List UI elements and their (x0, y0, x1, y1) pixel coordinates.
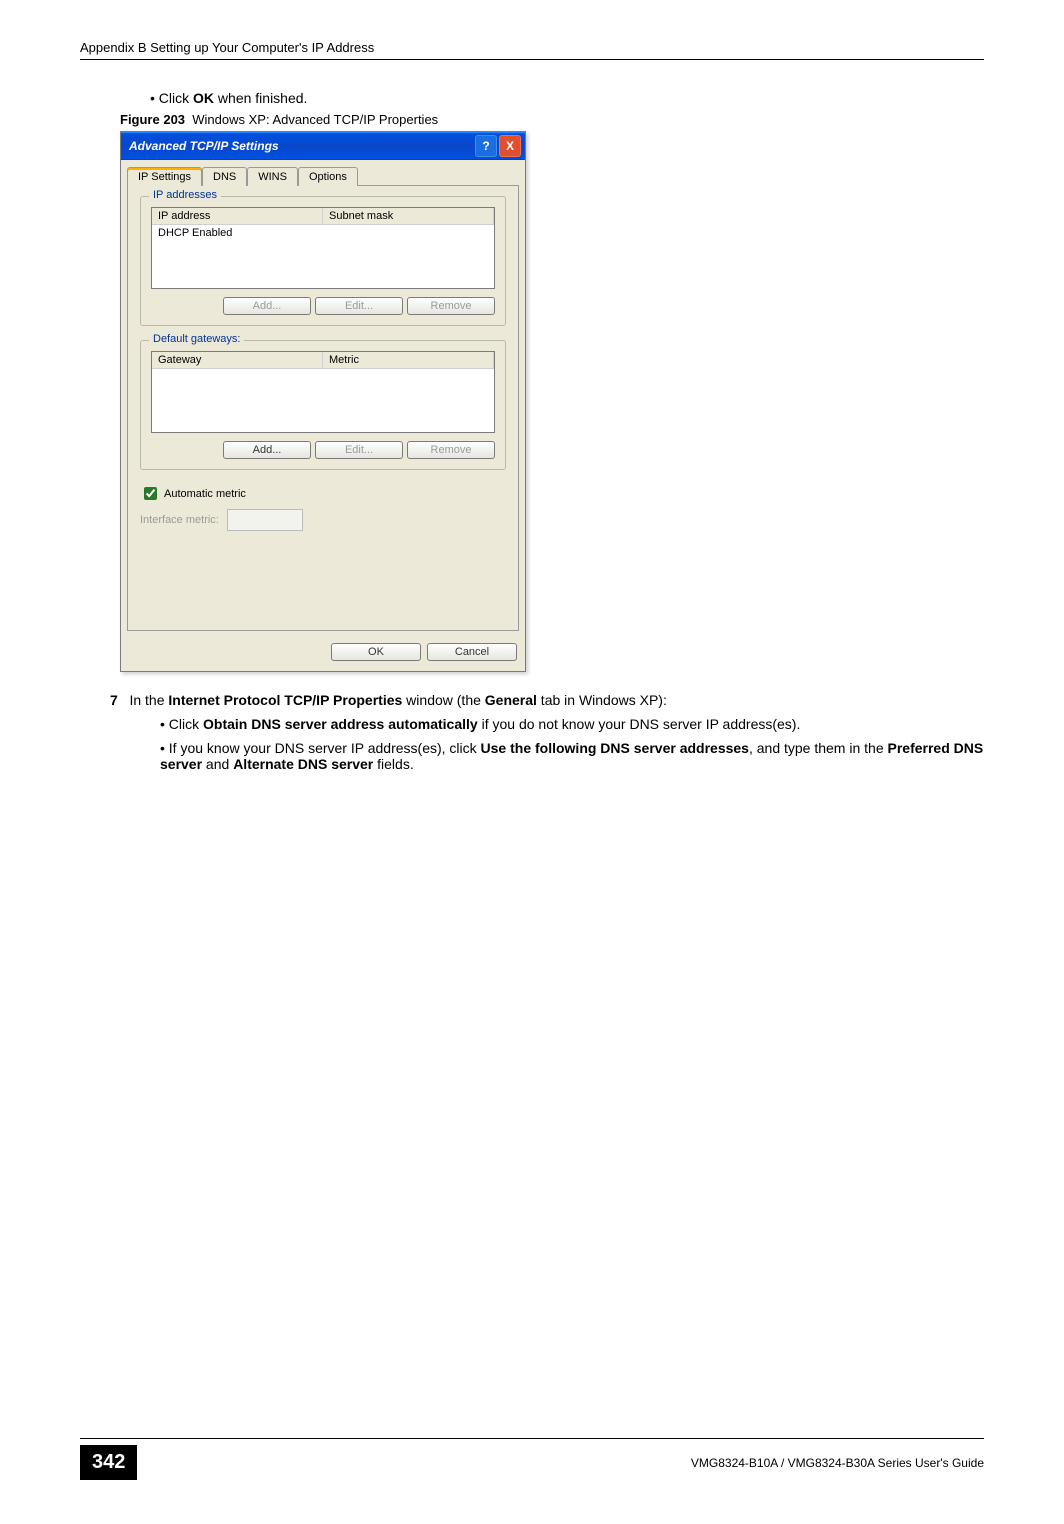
gw-remove-button[interactable]: Remove (407, 441, 495, 459)
ip-edit-button[interactable]: Edit... (315, 297, 403, 315)
sub2-mid: , and type them in the (749, 740, 888, 756)
instruction-click-ok: Click OK when finished. (150, 90, 984, 106)
sub2-pre: If you know your DNS server IP address(e… (169, 740, 481, 756)
tab-dns[interactable]: DNS (202, 167, 247, 186)
close-button[interactable]: X (499, 135, 521, 157)
col-metric: Metric (323, 352, 494, 368)
ip-remove-button[interactable]: Remove (407, 297, 495, 315)
tab-ip-settings[interactable]: IP Settings (127, 167, 202, 186)
groupbox-ip-title: IP addresses (149, 189, 221, 201)
sub2-post: fields. (373, 756, 413, 772)
cancel-button[interactable]: Cancel (427, 643, 517, 661)
advanced-tcpip-dialog: Advanced TCP/IP Settings ? X IP Settings… (120, 131, 526, 672)
row-dhcp-enabled: DHCP Enabled (152, 225, 494, 241)
help-button[interactable]: ? (475, 135, 497, 157)
groupbox-gw-title: Default gateways: (149, 333, 244, 345)
ok-button[interactable]: OK (331, 643, 421, 661)
groupbox-ip-addresses: IP addresses IP address Subnet mask DHCP… (140, 196, 506, 326)
sub1-bold: Obtain DNS server address automatically (203, 716, 478, 732)
page-footer: 342 VMG8324-B10A / VMG8324-B30A Series U… (80, 1438, 984, 1480)
col-subnet-mask: Subnet mask (323, 208, 494, 224)
instruction-click-ok-post: when finished. (214, 90, 307, 106)
step-7-bold1: Internet Protocol TCP/IP Properties (168, 692, 402, 708)
dialog-titlebar: Advanced TCP/IP Settings ? X (121, 132, 525, 160)
step-7-post: tab in Windows XP): (537, 692, 667, 708)
tab-pane-ip-settings: IP addresses IP address Subnet mask DHCP… (127, 185, 519, 631)
instruction-click-ok-pre: Click (159, 90, 193, 106)
automatic-metric-row: Automatic metric (140, 484, 506, 503)
interface-metric-row: Interface metric: (140, 509, 506, 531)
step-7-mid: window (the (402, 692, 484, 708)
col-gateway: Gateway (152, 352, 323, 368)
dialog-title: Advanced TCP/IP Settings (129, 139, 279, 153)
gateway-list[interactable]: Gateway Metric (151, 351, 495, 433)
page-number: 342 (80, 1445, 137, 1480)
automatic-metric-label: Automatic metric (164, 488, 246, 500)
groupbox-default-gateways: Default gateways: Gateway Metric Add... … (140, 340, 506, 470)
ip-add-button[interactable]: Add... (223, 297, 311, 315)
tab-wins[interactable]: WINS (247, 167, 298, 186)
interface-metric-input (227, 509, 303, 531)
sub2-bold3: Alternate DNS server (233, 756, 373, 772)
step-7-bold2: General (485, 692, 537, 708)
step-7-pre: In the (129, 692, 168, 708)
guide-title: VMG8324-B10A / VMG8324-B30A Series User'… (691, 1456, 984, 1470)
sub1-pre: Click (169, 716, 203, 732)
automatic-metric-checkbox[interactable] (144, 487, 157, 500)
step-7-number: 7 (110, 692, 118, 708)
sub2-and: and (202, 756, 233, 772)
ok-label: OK (193, 90, 214, 106)
tab-strip: IP Settings DNS WINS Options (121, 160, 525, 185)
sub2-bold1: Use the following DNS server addresses (481, 740, 749, 756)
sub1-post: if you do not know your DNS server IP ad… (478, 716, 801, 732)
tab-options[interactable]: Options (298, 167, 358, 186)
interface-metric-label: Interface metric: (140, 514, 219, 526)
col-ip-address: IP address (152, 208, 323, 224)
figure-number: Figure 203 (120, 112, 185, 127)
ip-address-list[interactable]: IP address Subnet mask DHCP Enabled (151, 207, 495, 289)
step7-sub2: If you know your DNS server IP address(e… (160, 740, 984, 772)
gw-add-button[interactable]: Add... (223, 441, 311, 459)
figure-title: Windows XP: Advanced TCP/IP Properties (192, 112, 438, 127)
step-7: 7 In the Internet Protocol TCP/IP Proper… (110, 692, 984, 708)
page-header: Appendix B Setting up Your Computer's IP… (80, 40, 984, 60)
gw-edit-button[interactable]: Edit... (315, 441, 403, 459)
step7-sub1: Click Obtain DNS server address automati… (160, 716, 984, 732)
figure-caption: Figure 203 Windows XP: Advanced TCP/IP P… (120, 112, 984, 127)
